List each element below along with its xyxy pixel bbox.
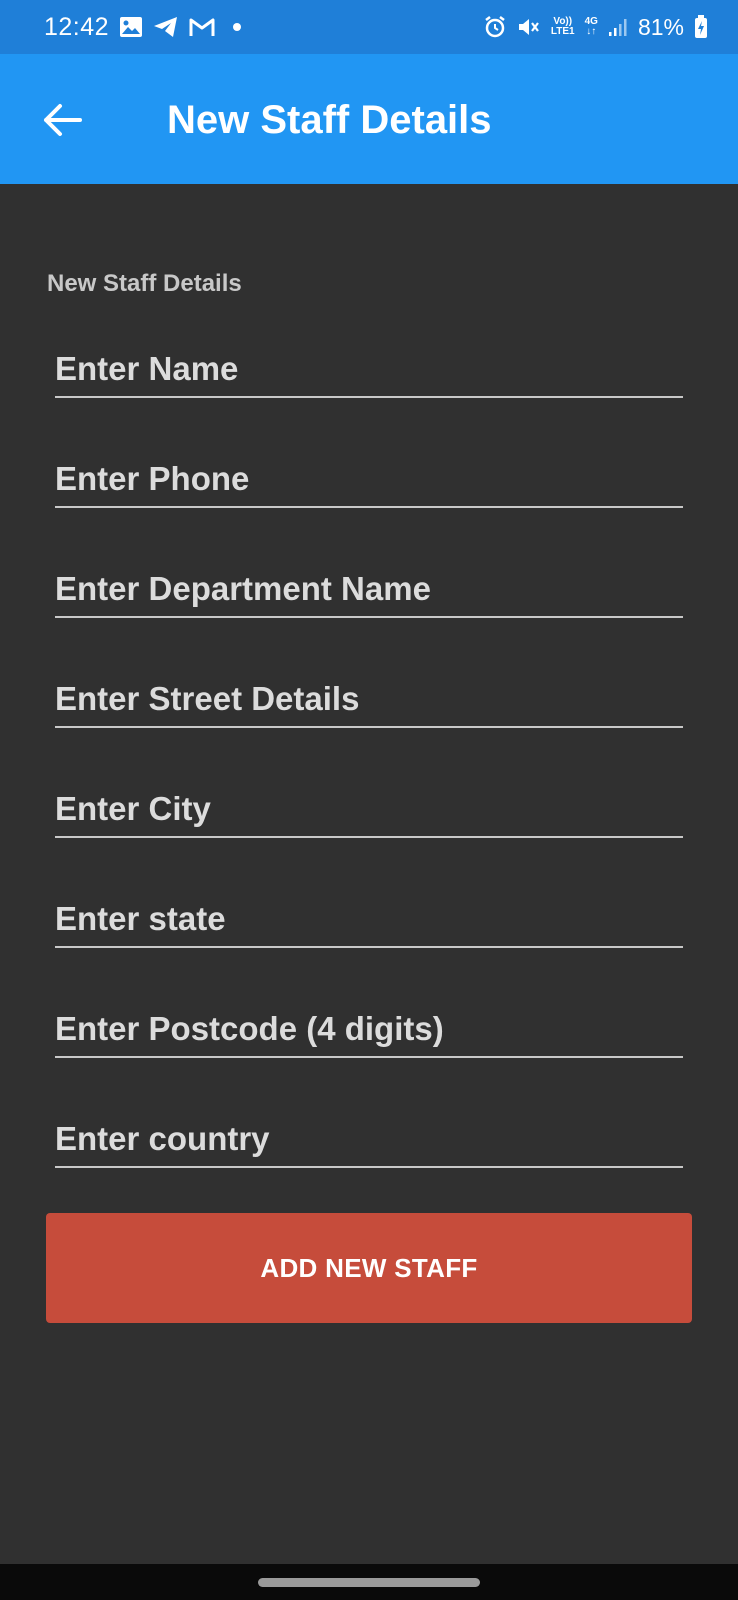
status-time: 12:42 bbox=[44, 12, 110, 41]
street-field[interactable] bbox=[55, 666, 683, 728]
gmail-icon bbox=[189, 17, 215, 37]
data-arrows: ↓↑ bbox=[586, 26, 597, 37]
street-input[interactable] bbox=[55, 666, 683, 726]
department-field[interactable] bbox=[55, 556, 683, 618]
city-input[interactable] bbox=[55, 776, 683, 836]
back-button[interactable] bbox=[36, 94, 88, 146]
section-label: New Staff Details bbox=[47, 270, 242, 297]
staff-form: New Staff Details ADD NEW STAFF bbox=[0, 184, 738, 1564]
department-input[interactable] bbox=[55, 556, 683, 616]
system-nav-bar bbox=[0, 1564, 738, 1600]
state-field[interactable] bbox=[55, 886, 683, 948]
postcode-input[interactable] bbox=[55, 996, 683, 1056]
postcode-field[interactable] bbox=[55, 996, 683, 1058]
battery-charging-icon bbox=[694, 15, 708, 39]
add-new-staff-button[interactable]: ADD NEW STAFF bbox=[46, 1213, 692, 1323]
name-field[interactable] bbox=[55, 336, 683, 398]
volte-bottom: LTE1 bbox=[550, 26, 575, 37]
app-bar: New Staff Details bbox=[0, 54, 738, 184]
state-input[interactable] bbox=[55, 886, 683, 946]
arrow-left-icon bbox=[44, 104, 82, 136]
page-title: New Staff Details bbox=[167, 98, 492, 142]
country-input[interactable] bbox=[55, 1106, 683, 1166]
name-input[interactable] bbox=[55, 336, 683, 396]
volte-icon: Vo)) LTE1 bbox=[551, 17, 575, 37]
battery-percent: 81% bbox=[637, 13, 684, 40]
signal-icon bbox=[608, 17, 628, 37]
gallery-icon bbox=[119, 16, 143, 38]
status-bar: 12:42 Vo)) LTE1 4G ↓↑ 81% bbox=[0, 0, 738, 54]
status-left: 12:42 bbox=[44, 12, 242, 42]
4g-icon: 4G ↓↑ bbox=[585, 17, 598, 37]
mute-icon bbox=[517, 16, 541, 38]
telegram-icon bbox=[153, 16, 179, 38]
status-right: Vo)) LTE1 4G ↓↑ 81% bbox=[483, 14, 708, 41]
city-field[interactable] bbox=[55, 776, 683, 838]
notification-dot bbox=[233, 23, 242, 31]
home-gesture-pill[interactable] bbox=[258, 1577, 480, 1587]
phone-input[interactable] bbox=[55, 446, 683, 506]
phone-field[interactable] bbox=[55, 446, 683, 508]
country-field[interactable] bbox=[55, 1106, 683, 1168]
alarm-icon bbox=[483, 15, 507, 39]
